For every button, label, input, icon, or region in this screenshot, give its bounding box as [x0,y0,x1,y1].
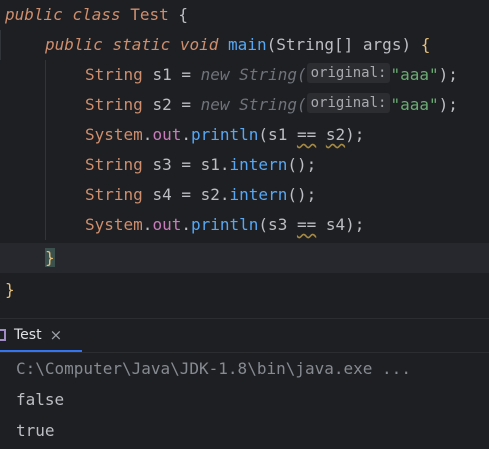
method-open-brace: { [420,35,431,54]
method-println: println [190,125,259,144]
class-close-brace: } [5,280,15,299]
type-string: String [85,65,143,84]
equality-operator-warning: == [296,215,317,234]
output-line-1: false [16,390,65,409]
keyword-new: new [200,95,230,114]
method-name: main [228,35,267,54]
keyword-class: class [72,5,121,24]
field-out: out [152,125,182,144]
var-s1: s1 [152,65,172,84]
arg-s2: s2 [325,125,346,144]
keyword-new: new [200,65,230,84]
var-s2: s2 [152,95,172,114]
method-params: String[] args [276,35,402,54]
method-intern: intern [229,185,288,204]
method-println: println [190,215,259,234]
constructor-call: String( [239,95,307,114]
code-line-1[interactable]: public class Test { [0,0,489,30]
output-line-2: true [16,421,55,440]
equality-operator-warning: == [296,125,317,144]
code-line-8[interactable]: System.out.println(s3 == s4); [0,210,489,240]
parameter-hint: original: [306,63,391,83]
type-string: String [85,185,143,204]
code-line-4[interactable]: String s2 = new String(original: "aaa"); [0,90,489,120]
keyword-static: static [112,35,171,54]
code-line-9[interactable]: } [0,243,489,273]
code-line-5[interactable]: System.out.println(s1 == s2); [0,120,489,150]
type-string: String [85,95,143,114]
open-brace: { [178,5,189,24]
method-close-brace: } [45,248,55,267]
constructor-call: String( [239,65,307,84]
keyword-public: public [45,35,103,54]
field-out: out [152,215,182,234]
arg-s4: s4 [325,215,346,234]
string-literal: "aaa" [390,95,439,114]
run-tab-bar: Test × [0,319,489,353]
keyword-void: void [179,35,219,54]
run-config-icon [0,328,6,341]
run-tab-test[interactable]: Test × [0,319,82,352]
class-system: System [85,215,143,234]
string-literal: "aaa" [390,65,439,84]
var-s3: s3 [152,155,172,174]
run-command-line[interactable]: C:\Computer\Java\JDK-1.8\bin\java.exe ..… [16,354,411,384]
code-editor[interactable]: public class Test { public static void m… [0,0,489,315]
code-line-3[interactable]: String s1 = new String(original: "aaa"); [0,60,489,90]
code-line-10[interactable]: } [0,275,489,305]
code-line-7[interactable]: String s4 = s2.intern(); [0,180,489,210]
type-string: String [85,155,143,174]
class-system: System [85,125,143,144]
code-line-6[interactable]: String s3 = s1.intern(); [0,150,489,180]
method-intern: intern [229,155,288,174]
code-line-2[interactable]: public static void main(String[] args) { [0,30,489,60]
close-icon[interactable]: × [50,326,63,344]
parameter-hint: original: [306,93,391,113]
run-panel: Test × C:\Computer\Java\JDK-1.8\bin\java… [0,318,489,449]
var-s4: s4 [152,185,172,204]
keyword-public: public [5,5,63,24]
class-name: Test [130,5,169,24]
run-tab-label: Test [14,326,42,343]
